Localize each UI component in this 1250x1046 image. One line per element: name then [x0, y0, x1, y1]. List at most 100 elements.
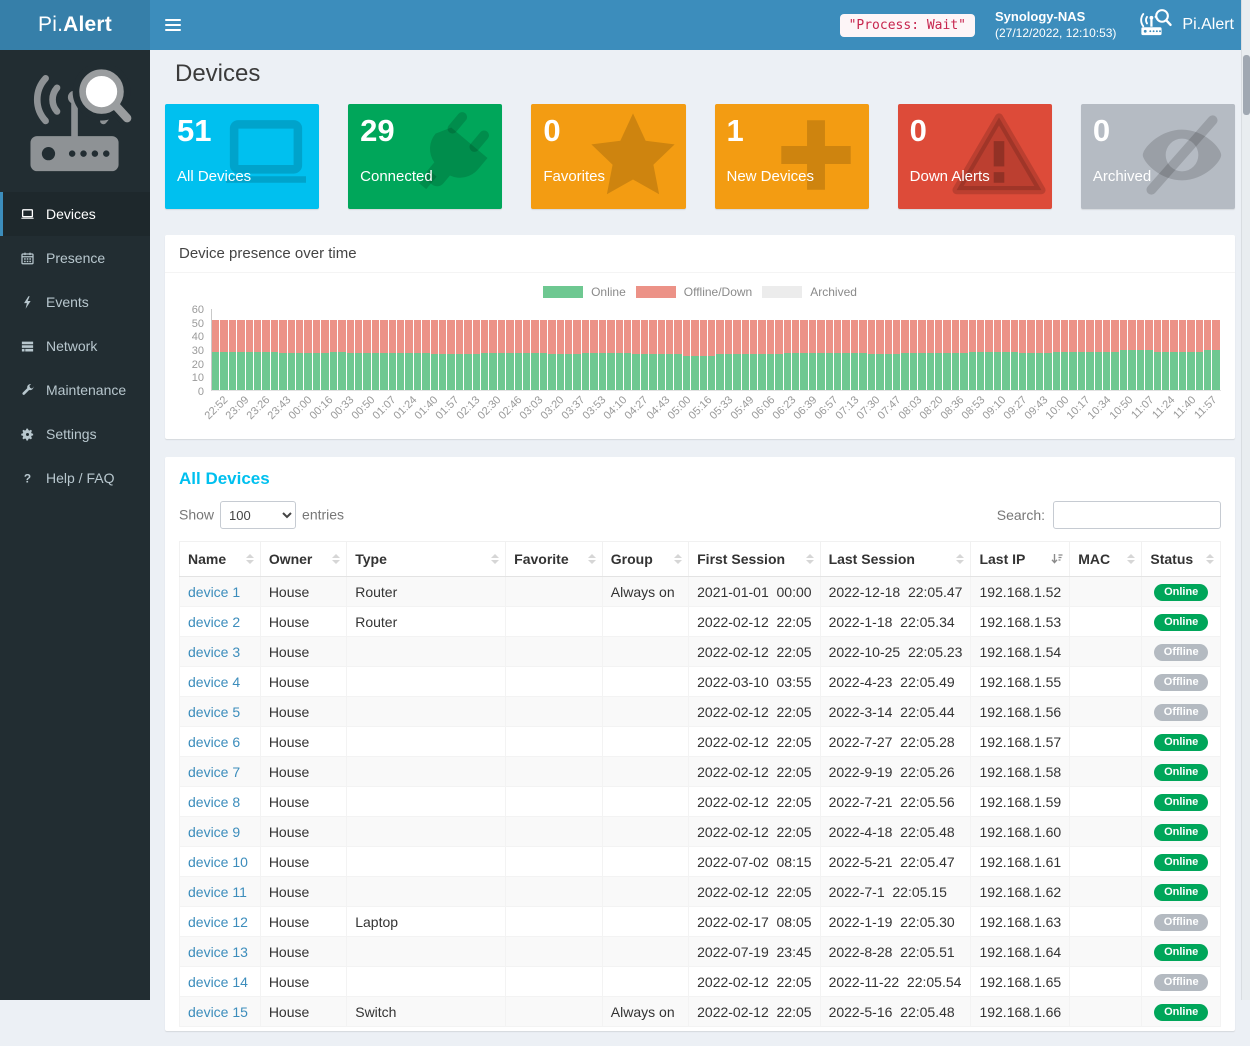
search-label: Search:: [997, 507, 1045, 523]
page-scrollbar[interactable]: [1241, 0, 1250, 1000]
summary-card-favorites[interactable]: 0Favorites: [531, 104, 685, 209]
device-link[interactable]: device 4: [188, 674, 240, 690]
device-link[interactable]: device 3: [188, 644, 240, 660]
column-header-status[interactable]: Status: [1142, 542, 1221, 577]
sidebar-item-presence[interactable]: Presence: [0, 236, 150, 280]
device-link[interactable]: device 8: [188, 794, 240, 810]
sidebar-item-maintenance[interactable]: Maintenance: [0, 368, 150, 412]
host-name: Synology-NAS: [995, 9, 1116, 26]
cell-first-session: 2022-02-12 22:05: [689, 757, 820, 787]
column-header-name[interactable]: Name: [180, 542, 261, 577]
cell-owner: House: [260, 787, 346, 817]
column-header-mac[interactable]: MAC: [1070, 542, 1142, 577]
summary-card-archived[interactable]: 0Archived: [1081, 104, 1235, 209]
sidebar-item-settings[interactable]: Settings: [0, 412, 150, 456]
sidebar-item-events[interactable]: Events: [0, 280, 150, 324]
brand-logo[interactable]: Pi.Alert: [0, 0, 150, 50]
column-header-favorite[interactable]: Favorite: [506, 542, 603, 577]
cell-name: device 8: [180, 787, 261, 817]
device-link[interactable]: device 11: [188, 884, 247, 900]
device-link[interactable]: device 10: [188, 854, 248, 870]
chart-bar: [363, 320, 370, 390]
table-controls: Show100entries Search:: [179, 501, 1221, 529]
cell-group: [602, 787, 688, 817]
cell-last-ip: 192.168.1.54: [971, 637, 1070, 667]
cell-last-session: 2022-10-25 22:05.23: [820, 637, 971, 667]
chart-bar: [834, 320, 841, 390]
summary-card-new-devices[interactable]: 1New Devices: [715, 104, 869, 209]
cell-favorite: [506, 577, 603, 607]
chart-bar: [758, 320, 765, 390]
legend-item-offline-down[interactable]: Offline/Down: [636, 285, 752, 299]
sidebar-toggle-button[interactable]: [150, 0, 196, 50]
legend-item-online[interactable]: Online: [543, 285, 626, 299]
cell-owner: House: [260, 847, 346, 877]
chart-bar: [1103, 320, 1110, 390]
legend-label: Offline/Down: [684, 285, 752, 299]
sidebar-item-help-faq[interactable]: ?Help / FAQ: [0, 456, 150, 500]
chart-bar: [893, 320, 900, 390]
chart-bar: [338, 320, 345, 390]
cell-last-session: 2022-1-19 22:05.30: [820, 907, 971, 937]
devices-table-body: All Devices Show100entries Search: NameO…: [165, 457, 1235, 1031]
show-label: Show: [179, 507, 214, 523]
chart-bar: [742, 320, 749, 390]
cell-last-ip: 192.168.1.59: [971, 787, 1070, 817]
device-link[interactable]: device 1: [188, 584, 240, 600]
sidebar-item-network[interactable]: Network: [0, 324, 150, 368]
card-value: 29: [360, 113, 490, 149]
column-header-group[interactable]: Group: [602, 542, 688, 577]
cell-last-session: 2022-4-23 22:05.49: [820, 667, 971, 697]
device-link[interactable]: device 6: [188, 734, 240, 750]
device-link[interactable]: device 7: [188, 764, 240, 780]
device-link[interactable]: device 9: [188, 824, 240, 840]
cell-mac: [1070, 847, 1142, 877]
sidebar-item-devices[interactable]: Devices: [0, 192, 150, 236]
device-link[interactable]: device 14: [188, 974, 248, 990]
sidebar-item-label: Network: [46, 338, 97, 354]
y-tick-label: 10: [192, 373, 204, 383]
y-tick-label: 50: [192, 319, 204, 329]
chart-bar: [599, 320, 606, 390]
chart-bar: [456, 320, 463, 390]
table-search-input[interactable]: [1053, 501, 1221, 529]
scrollbar-thumb[interactable]: [1243, 55, 1250, 115]
summary-card-connected[interactable]: 29Connected: [348, 104, 502, 209]
device-link[interactable]: device 12: [188, 914, 248, 930]
page-length-select[interactable]: 100: [220, 501, 296, 529]
summary-card-down-alerts[interactable]: 0Down Alerts: [898, 104, 1052, 209]
column-header-owner[interactable]: Owner: [260, 542, 346, 577]
chart-bar: [1204, 320, 1211, 390]
chart-panel-body: OnlineOffline/DownArchived 6050403020100…: [165, 273, 1235, 439]
table-row: device 11House2022-02-12 22:052022-7-1 2…: [180, 877, 1221, 907]
cell-name: device 15: [180, 997, 261, 1027]
device-link[interactable]: device 15: [188, 1004, 248, 1020]
cell-group: [602, 667, 688, 697]
sidebar-item-label: Settings: [46, 426, 97, 442]
sidebar-item-label: Presence: [46, 250, 105, 266]
status-badge: Online: [1154, 944, 1208, 961]
chart-bar: [1036, 320, 1043, 390]
cell-name: device 9: [180, 817, 261, 847]
column-header-last-session[interactable]: Last Session: [820, 542, 971, 577]
cell-status: Offline: [1142, 697, 1221, 727]
chart-bar: [994, 320, 1001, 390]
summary-card-all-devices[interactable]: 51All Devices: [165, 104, 319, 209]
cell-favorite: [506, 847, 603, 877]
cell-favorite: [506, 877, 603, 907]
cell-type: Router: [347, 577, 506, 607]
device-link[interactable]: device 13: [188, 944, 248, 960]
chart-bar: [809, 320, 816, 390]
device-link[interactable]: device 5: [188, 704, 240, 720]
chart-bar: [624, 320, 631, 390]
column-header-type[interactable]: Type: [347, 542, 506, 577]
chart-bar: [271, 320, 278, 390]
status-badge: Online: [1154, 884, 1208, 901]
legend-item-archived[interactable]: Archived: [762, 285, 857, 299]
column-header-first-session[interactable]: First Session: [689, 542, 820, 577]
chart-bar: [683, 320, 690, 390]
column-header-last-ip[interactable]: Last IP: [971, 542, 1070, 577]
chart-bar: [641, 320, 648, 390]
chart-bar: [1179, 320, 1186, 390]
device-link[interactable]: device 2: [188, 614, 240, 630]
